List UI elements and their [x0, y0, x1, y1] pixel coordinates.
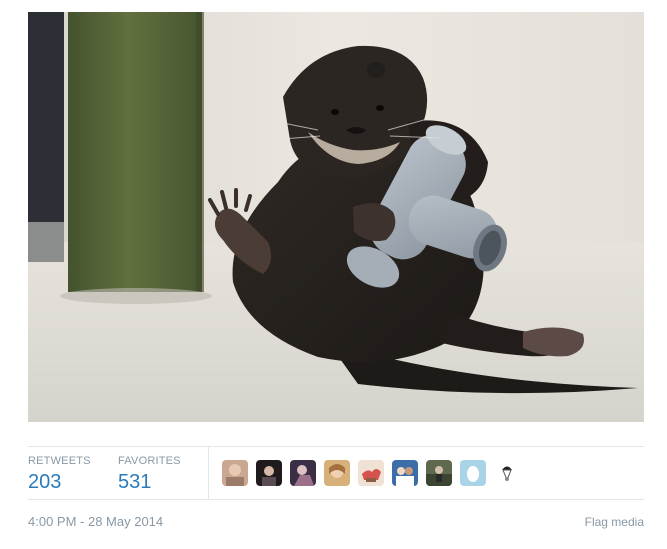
- avatar-photo-icon: [392, 460, 418, 486]
- avatar-photo-icon: [222, 460, 248, 486]
- tweet-stats-bar: RETWEETS 203 FAVORITES 531: [28, 446, 644, 500]
- favoriter-avatar[interactable]: [222, 460, 248, 486]
- retweets-stat[interactable]: RETWEETS 203: [28, 455, 91, 493]
- favoriter-avatars: [222, 460, 520, 486]
- favoriter-avatar[interactable]: [324, 460, 350, 486]
- favoriter-avatar[interactable]: [426, 460, 452, 486]
- favoriter-avatar[interactable]: [290, 460, 316, 486]
- otter-with-pipe-image: [28, 12, 644, 422]
- default-egg-avatar-icon: [460, 460, 486, 486]
- avatar-photo-icon: [426, 460, 452, 486]
- tweet-timestamp[interactable]: 4:00 PM - 28 May 2014: [28, 514, 163, 529]
- stats-divider: [208, 447, 209, 499]
- avatar-photo-icon: [256, 460, 282, 486]
- avatar-photo-icon: [358, 460, 384, 486]
- favorites-count[interactable]: 531: [118, 471, 181, 493]
- favorites-label: FAVORITES: [118, 455, 181, 467]
- avatar-photo-icon: [290, 460, 316, 486]
- favoriter-avatar[interactable]: [494, 460, 520, 486]
- avatar-photo-icon: [324, 460, 350, 486]
- favoriter-avatar[interactable]: [460, 460, 486, 486]
- favorites-stat[interactable]: FAVORITES 531: [118, 455, 181, 493]
- flag-media-link[interactable]: Flag media: [585, 515, 644, 529]
- favoriter-avatar[interactable]: [392, 460, 418, 486]
- retweets-count[interactable]: 203: [28, 471, 91, 493]
- favoriter-avatar[interactable]: [358, 460, 384, 486]
- favoriter-avatar[interactable]: [256, 460, 282, 486]
- retweets-label: RETWEETS: [28, 455, 91, 467]
- tweet-media-photo[interactable]: [28, 12, 644, 422]
- avatar-photo-icon: [494, 460, 520, 486]
